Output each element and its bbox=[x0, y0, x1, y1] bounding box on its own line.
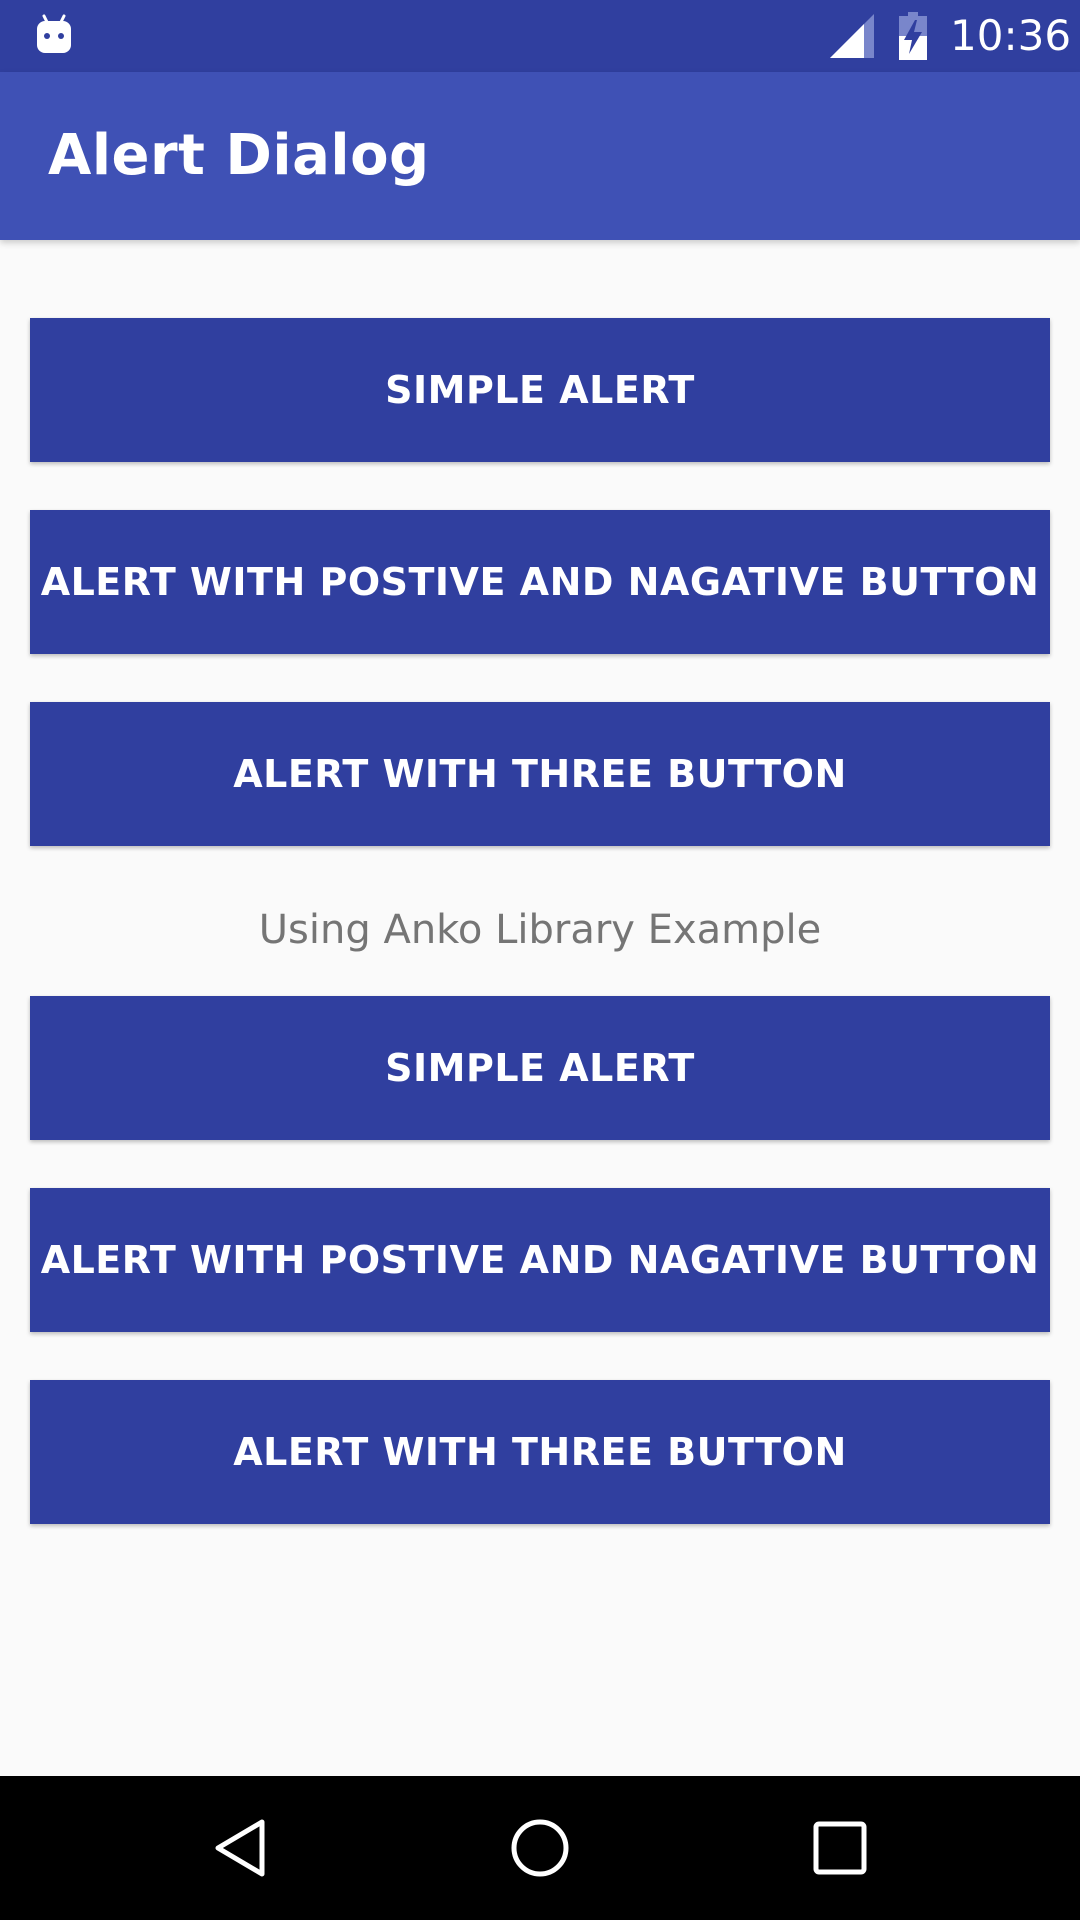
main-content: SIMPLE ALERT ALERT WITH POSTIVE AND NAGA… bbox=[0, 240, 1080, 1776]
anko-simple-alert-button[interactable]: SIMPLE ALERT bbox=[30, 996, 1050, 1140]
status-bar: 10:36 bbox=[0, 0, 1080, 72]
home-icon[interactable] bbox=[504, 1812, 576, 1884]
status-clock: 10:36 bbox=[950, 11, 1072, 60]
battery-charging-icon bbox=[898, 12, 928, 60]
app-bar: Alert Dialog bbox=[0, 72, 1080, 240]
simple-alert-button[interactable]: SIMPLE ALERT bbox=[30, 318, 1050, 462]
anko-three-button-alert-button[interactable]: ALERT WITH THREE BUTTON bbox=[30, 1380, 1050, 1524]
page-title: Alert Dialog bbox=[48, 123, 430, 188]
positive-negative-alert-button[interactable]: ALERT WITH POSTIVE AND NAGATIVE BUTTON bbox=[30, 510, 1050, 654]
anko-positive-negative-alert-button[interactable]: ALERT WITH POSTIVE AND NAGATIVE BUTTON bbox=[30, 1188, 1050, 1332]
anko-section-label: Using Anko Library Example bbox=[258, 907, 822, 953]
recents-icon[interactable] bbox=[804, 1812, 876, 1884]
android-notification-icon bbox=[36, 14, 72, 54]
navigation-bar bbox=[0, 1776, 1080, 1920]
three-button-alert-button[interactable]: ALERT WITH THREE BUTTON bbox=[30, 702, 1050, 846]
signal-icon bbox=[830, 14, 874, 58]
back-icon[interactable] bbox=[204, 1812, 276, 1884]
